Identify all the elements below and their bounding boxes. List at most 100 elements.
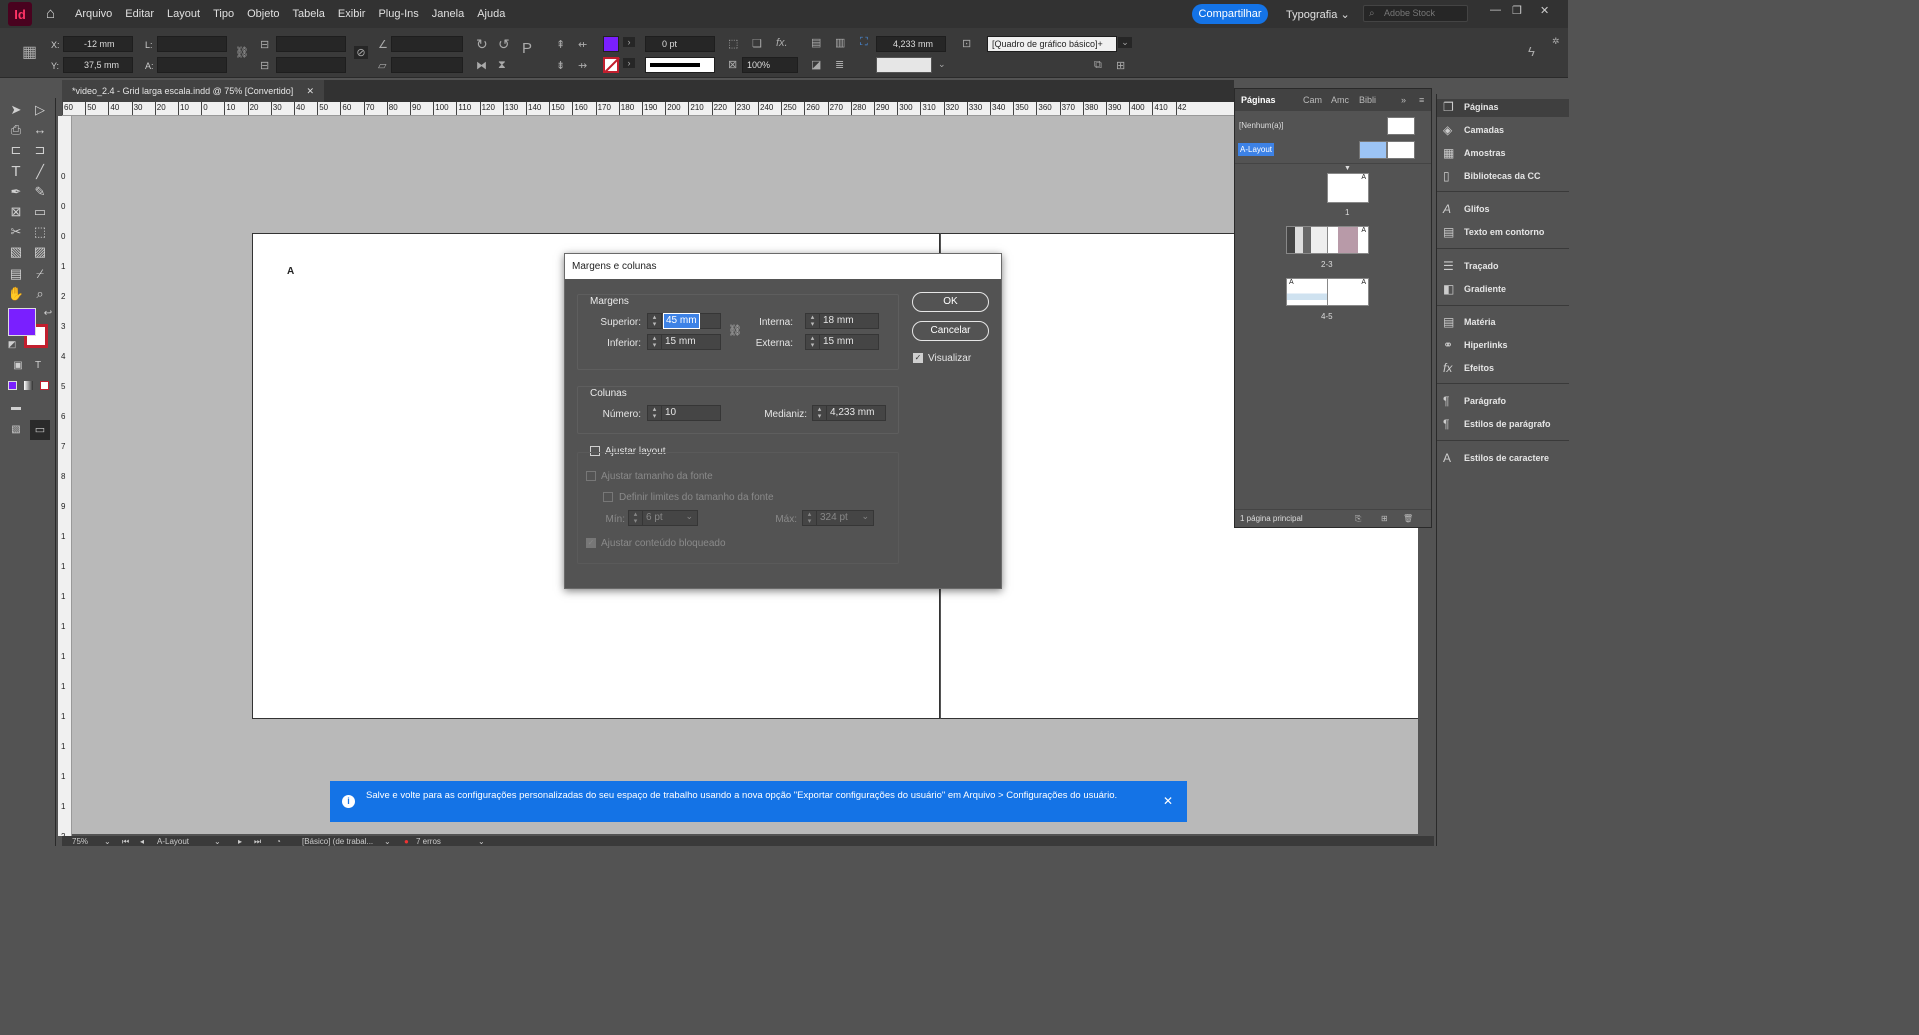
menu-ajuda[interactable]: Ajuda	[477, 8, 505, 20]
hand-tool-icon[interactable]: ✋	[6, 284, 26, 304]
auto-fit-icon[interactable]: ⛶	[860, 36, 868, 49]
drop-shadow-icon[interactable]: ❏	[752, 37, 762, 50]
content-placer-icon[interactable]: ⊐	[30, 140, 50, 160]
preflight-profile[interactable]: [Básico] (de trabal...	[302, 836, 373, 848]
top-margin-field[interactable]: ▴ ▾ 45 mm	[647, 313, 721, 329]
open-in-window-icon[interactable]: ◔	[276, 836, 281, 848]
select-next-icon[interactable]: ⇸	[578, 59, 587, 72]
page-tool-icon[interactable]: ⎙	[6, 120, 26, 140]
menu-tipo[interactable]: Tipo	[213, 8, 234, 20]
chevron-down-icon[interactable]: ⌄	[478, 836, 485, 848]
home-icon[interactable]: ⌂	[46, 6, 62, 22]
rectangle-frame-tool-icon[interactable]: ⊠	[6, 202, 26, 222]
formatting-container-icon[interactable]: ▣	[8, 356, 28, 376]
selection-tool-icon[interactable]: ➤	[6, 100, 26, 120]
y-field[interactable]: 37,5 mm	[63, 57, 133, 73]
zoom-tool-icon[interactable]: ⌕	[30, 284, 50, 304]
page-5-thumb[interactable]: A	[1327, 278, 1369, 306]
tab-layers[interactable]: Cam	[1303, 95, 1322, 105]
chevron-down-icon[interactable]: ⌄	[1118, 37, 1132, 48]
page-size-icon[interactable]: ⎘	[1355, 510, 1361, 528]
type-tool-icon[interactable]: T	[6, 162, 26, 182]
close-icon[interactable]: ✕	[1163, 794, 1173, 808]
rotation-field[interactable]	[391, 36, 463, 52]
text-wrap-icon[interactable]: ▤	[811, 36, 821, 49]
pencil-tool-icon[interactable]: ✎	[30, 182, 50, 202]
gear-icon[interactable]: ✲	[1552, 36, 1560, 47]
page-2-thumb[interactable]	[1286, 226, 1328, 254]
text-wrap-bbox-icon[interactable]: ▥	[835, 36, 845, 49]
preflight-errors[interactable]: 7 erros	[416, 836, 441, 848]
stroke-type-dropdown[interactable]	[645, 57, 715, 73]
minimize-icon[interactable]: —	[1490, 4, 1501, 16]
swap-colors-icon[interactable]: ↩	[38, 304, 58, 324]
chevron-down-icon[interactable]: ⌄	[384, 836, 391, 848]
stroke-swatch[interactable]	[603, 57, 620, 73]
fill-menu-icon[interactable]: ›	[623, 37, 635, 47]
inside-margin-value[interactable]: 18 mm	[823, 314, 854, 328]
column-number-value[interactable]: 10	[665, 406, 676, 420]
top-margin-value[interactable]: 45 mm	[663, 313, 700, 329]
page-3-thumb[interactable]: A	[1327, 226, 1369, 254]
dock-item-substance[interactable]: ▤ Matéria	[1443, 314, 1567, 332]
menu-plugins[interactable]: Plug-Ins	[378, 8, 418, 20]
text-frame-icon[interactable]: P	[522, 40, 532, 57]
apply-color-icon[interactable]	[8, 381, 17, 390]
select-content-icon[interactable]: ⇟	[556, 59, 565, 72]
vertical-ruler[interactable]: 000123456789111111111122	[58, 116, 72, 836]
adjust-font-size-checkbox[interactable]	[586, 471, 596, 481]
min-size-field[interactable]: ▴ ▾ 6 pt ⌄	[628, 510, 698, 526]
dock-item-pages[interactable]: ❐ Páginas	[1437, 99, 1569, 117]
document-tab[interactable]: *video_2.4 - Grid larga escala.indd @ 75…	[62, 80, 324, 102]
page-1-thumb[interactable]: A	[1327, 173, 1369, 203]
content-collector-icon[interactable]: ⊏	[6, 140, 26, 160]
outside-margin-value[interactable]: 15 mm	[823, 335, 854, 349]
cancel-button[interactable]: Cancelar	[912, 321, 989, 341]
effects-icon[interactable]: fx.	[776, 37, 788, 49]
distribute-icon[interactable]: ≣	[835, 58, 844, 71]
flip-horizontal-icon[interactable]: ⧓	[476, 59, 487, 72]
dock-item-stroke[interactable]: ☰ Traçado	[1443, 258, 1567, 276]
gradient-swatch-tool-icon[interactable]: ▧	[6, 242, 26, 262]
master-a-thumb-left[interactable]	[1359, 141, 1387, 159]
presentation-mode-icon[interactable]: ▭	[30, 420, 50, 440]
dock-item-hyperlinks[interactable]: ⚭ Hiperlinks	[1443, 337, 1567, 355]
rectangle-tool-icon[interactable]: ▭	[30, 202, 50, 222]
lightning-icon[interactable]: ϟ	[1528, 44, 1535, 59]
inside-margin-field[interactable]: ▴ ▾ 18 mm	[805, 313, 879, 329]
dock-item-swatches[interactable]: ▦ Amostras	[1443, 145, 1567, 163]
default-colors-icon[interactable]: ◩	[2, 334, 22, 354]
preview-checkbox[interactable]: ✓	[913, 353, 923, 363]
menu-objeto[interactable]: Objeto	[247, 8, 279, 20]
last-page-icon[interactable]: ⏭	[254, 836, 261, 848]
x-field[interactable]: -12 mm	[63, 36, 133, 52]
reference-point-icon[interactable]: ▦	[22, 42, 37, 62]
panel-menu-icon[interactable]: ≡	[1419, 95, 1424, 105]
menu-exibir[interactable]: Exibir	[338, 8, 366, 20]
rotate-ccw-icon[interactable]: ↺	[498, 36, 510, 53]
opacity-field[interactable]: 100%	[742, 57, 798, 73]
column-number-field[interactable]: ▴ ▾ 10	[647, 405, 721, 421]
gap-tool-icon[interactable]: ↔	[30, 120, 50, 140]
screen-mode-icon[interactable]: ▬	[6, 398, 26, 418]
close-icon[interactable]: ✕	[306, 80, 314, 102]
constrain-proportions-icon[interactable]: ⛓	[235, 46, 249, 59]
font-limits-checkbox[interactable]	[603, 492, 613, 502]
share-button[interactable]: Compartilhar	[1192, 4, 1268, 24]
new-page-icon[interactable]: ⊞	[1381, 510, 1388, 528]
frame-fitting-icon[interactable]: ⬚	[728, 37, 738, 50]
scale-y-icon[interactable]: ⊟	[260, 59, 269, 72]
menu-arquivo[interactable]: Arquivo	[75, 8, 112, 20]
close-icon[interactable]: ✕	[1540, 4, 1549, 17]
rotate-cw-icon[interactable]: ↻	[476, 36, 488, 53]
bottom-margin-field[interactable]: ▴ ▾ 15 mm	[647, 334, 721, 350]
fill-swatch[interactable]	[603, 36, 619, 52]
pen-tool-icon[interactable]: ✒	[6, 182, 26, 202]
chevron-down-icon[interactable]: ⌄	[938, 59, 946, 70]
dock-item-paragraph-styles[interactable]: ¶ Estilos de parágrafo	[1443, 416, 1567, 434]
ok-button[interactable]: OK	[912, 292, 989, 312]
chevron-down-icon[interactable]: ⌄	[104, 836, 111, 848]
dock-item-effects[interactable]: fx Efeitos	[1443, 360, 1567, 378]
stroke-menu-icon[interactable]: ›	[623, 58, 635, 68]
tab-libraries[interactable]: Bibli	[1359, 95, 1376, 105]
